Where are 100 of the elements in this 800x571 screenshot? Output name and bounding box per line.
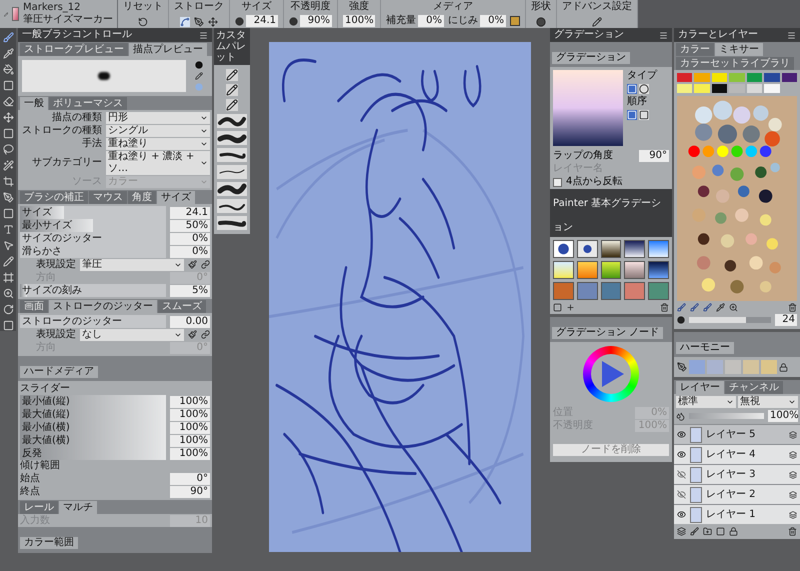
value-field[interactable]: 100% bbox=[170, 448, 210, 460]
slider[interactable]: ストロークのジッター bbox=[20, 315, 166, 328]
tab[interactable]: レイヤー bbox=[676, 381, 724, 394]
gradient-swatch[interactable] bbox=[553, 261, 574, 279]
value-field[interactable]: 90° bbox=[170, 486, 210, 498]
gradient-swatch[interactable] bbox=[576, 261, 598, 279]
tab[interactable]: ブラシの補正 bbox=[20, 191, 88, 204]
slider[interactable]: 最大値(縦) bbox=[20, 408, 166, 421]
brush-stroke-thumbnail[interactable] bbox=[217, 148, 247, 162]
eye-off-icon[interactable] bbox=[677, 490, 686, 499]
dropdown[interactable]: 重ね塗り + 濃淡 + ソ… bbox=[106, 151, 210, 175]
add-icon[interactable] bbox=[566, 303, 575, 312]
tab[interactable]: マウス bbox=[89, 191, 127, 204]
color-swatch[interactable] bbox=[764, 84, 780, 93]
brush-selector[interactable]: Markers_12 筆圧サイズマーカー bbox=[0, 0, 118, 28]
value-field[interactable]: 0% bbox=[170, 246, 210, 258]
swatch-view-icon[interactable] bbox=[553, 303, 562, 312]
gradient-swatch[interactable] bbox=[600, 240, 622, 258]
tab[interactable]: チャンネル bbox=[725, 381, 783, 394]
dropdown[interactable]: 無視 bbox=[738, 396, 798, 408]
frame-icon[interactable] bbox=[2, 320, 14, 331]
slider[interactable]: 反発 bbox=[20, 447, 166, 460]
pen-icon[interactable] bbox=[2, 192, 14, 203]
gradient-swatch[interactable] bbox=[624, 240, 646, 258]
value-field[interactable]: 0% bbox=[418, 15, 444, 27]
brush-stroke-thumbnail[interactable] bbox=[217, 114, 247, 128]
value-field[interactable]: 100% bbox=[170, 422, 210, 434]
layer-row[interactable]: レイヤー 5 bbox=[674, 424, 800, 444]
opacity-slider[interactable] bbox=[689, 413, 764, 419]
mixer-brush-icon[interactable] bbox=[703, 303, 712, 312]
layer-options-icon[interactable] bbox=[789, 470, 797, 478]
tab[interactable]: 画面 bbox=[20, 300, 48, 313]
tab[interactable]: ミキサー bbox=[715, 43, 763, 56]
slider[interactable]: 最小値(横) bbox=[20, 421, 166, 434]
color-swatch[interactable] bbox=[677, 73, 692, 82]
dropdown[interactable]: 円形 bbox=[106, 112, 210, 124]
dropdown[interactable]: 筆圧 bbox=[80, 258, 184, 270]
layer-row[interactable]: レイヤー 2 bbox=[674, 484, 800, 504]
rotate-icon[interactable] bbox=[2, 304, 14, 315]
link-icon[interactable] bbox=[201, 330, 210, 339]
tab[interactable]: マルチ bbox=[59, 501, 97, 514]
value-field[interactable]: 0% bbox=[170, 232, 210, 244]
gradient-swatch[interactable] bbox=[553, 282, 574, 300]
value-field[interactable]: 0% bbox=[480, 15, 506, 27]
dab-icon[interactable] bbox=[235, 16, 244, 26]
gradient-swatch[interactable] bbox=[648, 282, 669, 300]
gradient-swatch[interactable] bbox=[600, 261, 622, 279]
slider[interactable]: 最小サイズ bbox=[20, 219, 166, 232]
layer-row[interactable]: レイヤー 1 bbox=[674, 504, 800, 524]
color-swatch[interactable] bbox=[729, 73, 745, 82]
crop-icon[interactable] bbox=[2, 176, 14, 187]
harmony-swatch[interactable] bbox=[761, 360, 777, 374]
eraser-icon[interactable] bbox=[2, 96, 14, 107]
reset-icon[interactable] bbox=[138, 17, 148, 27]
color-swatch[interactable] bbox=[764, 73, 780, 82]
value-field[interactable]: 24.1 bbox=[170, 206, 210, 218]
tab[interactable]: カラーセットライブラリ bbox=[676, 57, 794, 70]
pointer-icon[interactable] bbox=[2, 240, 14, 251]
layer-options-icon[interactable] bbox=[789, 450, 797, 458]
eye-icon[interactable] bbox=[677, 510, 686, 519]
gradient-swatch[interactable] bbox=[648, 261, 669, 279]
dropdown[interactable]: シングル bbox=[106, 125, 210, 137]
eyedropper-icon[interactable] bbox=[2, 48, 14, 59]
paint-bucket-icon[interactable] bbox=[2, 64, 14, 75]
brush-stroke-thumbnail[interactable] bbox=[217, 216, 247, 230]
eye-icon[interactable] bbox=[677, 430, 686, 439]
dab-shape-icon[interactable] bbox=[536, 17, 546, 27]
value-field[interactable]: 24 bbox=[775, 314, 797, 326]
mixer-brush-icon[interactable] bbox=[677, 303, 686, 312]
value-field[interactable]: 90% bbox=[300, 15, 332, 27]
lasso-icon[interactable] bbox=[2, 144, 14, 155]
dropdown[interactable]: 標準 bbox=[676, 396, 736, 408]
tab[interactable]: ストロークのジッター bbox=[49, 300, 157, 313]
slider[interactable]: サイズ bbox=[20, 206, 166, 219]
value-field[interactable]: 100% bbox=[170, 434, 210, 446]
slider[interactable]: 最大値(横) bbox=[20, 434, 166, 447]
pen-icon[interactable] bbox=[677, 362, 687, 372]
checkbox[interactable] bbox=[553, 178, 562, 186]
delete-node-button[interactable]: ノードを削除 bbox=[553, 444, 669, 456]
dab-icon[interactable] bbox=[195, 61, 203, 70]
tab[interactable]: サイズ bbox=[157, 191, 195, 204]
color-swatch[interactable] bbox=[746, 73, 762, 82]
straight-line-icon[interactable] bbox=[208, 17, 218, 27]
value-field[interactable]: 50% bbox=[170, 220, 210, 232]
linear-type-icon[interactable] bbox=[627, 84, 637, 94]
gradient-swatch[interactable] bbox=[553, 240, 574, 258]
eye-icon[interactable] bbox=[677, 450, 686, 459]
freehand-stroke-icon[interactable] bbox=[180, 17, 190, 27]
new-group-icon[interactable] bbox=[703, 527, 712, 536]
harmony-swatch[interactable] bbox=[725, 360, 741, 374]
value-field[interactable]: 0.00 bbox=[170, 316, 210, 328]
menu-icon[interactable] bbox=[659, 30, 668, 40]
gradient-swatch[interactable] bbox=[600, 282, 622, 300]
magic-wand-icon[interactable] bbox=[2, 160, 14, 171]
color-swatch[interactable] bbox=[694, 73, 710, 82]
delete-icon[interactable] bbox=[788, 303, 797, 312]
gradient-swatch[interactable] bbox=[624, 282, 646, 300]
layer-options-icon[interactable] bbox=[789, 430, 797, 438]
zoom-icon[interactable] bbox=[729, 303, 738, 312]
tab[interactable]: 描点プレビュー bbox=[129, 43, 207, 56]
